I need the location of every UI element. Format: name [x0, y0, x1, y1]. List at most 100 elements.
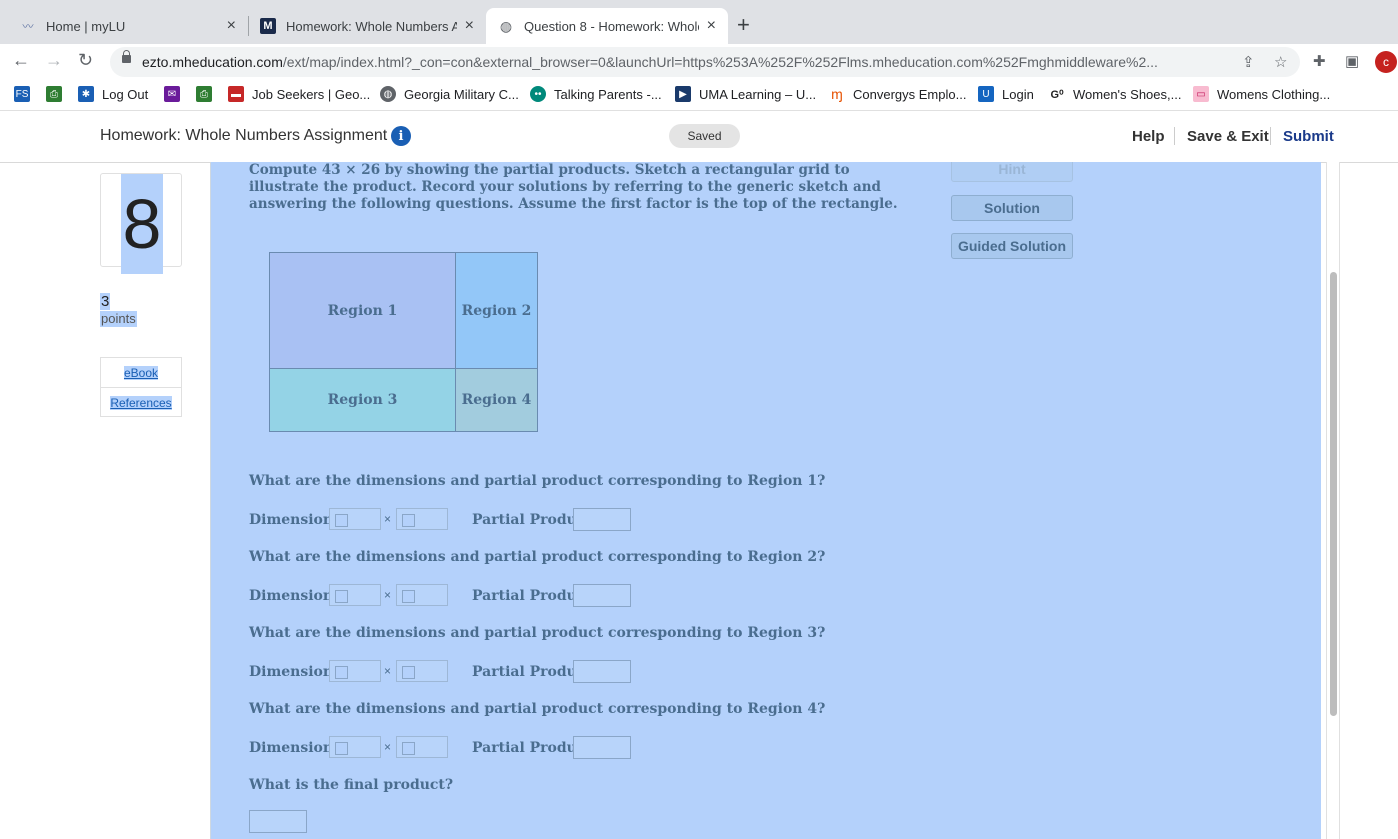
- bookmark-womens-shoes[interactable]: G⁰ Women's Shoes,...: [1049, 86, 1181, 102]
- bookmark-star-icon[interactable]: ☆: [1274, 53, 1287, 71]
- bookmark-talking-parents[interactable]: •• Talking Parents -...: [530, 86, 662, 102]
- assignment-header: Homework: Whole Numbers Assignment i Sav…: [0, 111, 1398, 163]
- bookmark-womens-clothing[interactable]: ▭ Womens Clothing...: [1193, 86, 1330, 102]
- region-4-dimension-1-input[interactable]: [329, 736, 381, 758]
- flag-icon: ▬: [228, 86, 244, 102]
- fs-icon: FS: [14, 86, 30, 102]
- region-1: Region 1: [269, 252, 456, 369]
- checkbox-icon: [335, 666, 348, 679]
- address-bar[interactable]: ezto.mheducation.com/ext/map/index.html?…: [110, 47, 1300, 77]
- browser-tab-strip: 〰 Home | myLU × M Homework: Whole Number…: [0, 0, 1398, 44]
- final-product-question: What is the final product?: [249, 777, 454, 793]
- bookmark-convergys[interactable]: ɱ Convergys Emplo...: [829, 86, 966, 102]
- go-icon: G⁰: [1049, 86, 1065, 102]
- scrollbar-thumb[interactable]: [1330, 272, 1337, 716]
- region-4-partial-product-input[interactable]: [573, 736, 631, 759]
- region-3-question: What are the dimensions and partial prod…: [249, 625, 826, 641]
- region-2-dimension-1-input[interactable]: [329, 584, 381, 606]
- region-1-partial-product-input[interactable]: [573, 508, 631, 531]
- reload-icon[interactable]: ↻: [78, 50, 93, 71]
- checkbox-icon: [402, 590, 415, 603]
- times-symbol: ×: [384, 740, 392, 754]
- uma-icon: ▶: [675, 86, 691, 102]
- close-tab-icon[interactable]: ×: [465, 17, 474, 35]
- help-button[interactable]: Help: [1132, 128, 1165, 145]
- divider: [1270, 127, 1271, 145]
- question-number-box: 8: [100, 173, 182, 274]
- tab-home-mylu[interactable]: 〰 Home | myLU ×: [8, 8, 248, 44]
- ebook-link[interactable]: eBook: [101, 358, 181, 387]
- bookmark-printer[interactable]: ⎙: [46, 86, 70, 102]
- times-symbol: ×: [384, 664, 392, 678]
- close-tab-icon[interactable]: ×: [227, 17, 236, 35]
- bookmark-job-seekers[interactable]: ▬ Job Seekers | Geo...: [228, 86, 370, 102]
- bookmark-printer-2[interactable]: ⎙: [196, 86, 220, 102]
- submit-button[interactable]: Submit: [1283, 128, 1334, 145]
- dimensions-label: Dimensions: [249, 588, 341, 604]
- region-3: Region 3: [269, 368, 456, 432]
- talking-parents-icon: ••: [530, 86, 546, 102]
- tab-homework-assignment[interactable]: M Homework: Whole Numbers Assignment ×: [248, 8, 486, 44]
- region-2: Region 2: [455, 252, 538, 369]
- times-symbol: ×: [384, 588, 392, 602]
- question-number: 8: [121, 174, 163, 274]
- new-tab-button[interactable]: +: [737, 12, 750, 38]
- tab-title: Question 8 - Homework: Whole Numbers Ass…: [524, 18, 699, 34]
- printer-icon: ⎙: [46, 86, 62, 102]
- save-exit-button[interactable]: Save & Exit: [1187, 128, 1269, 145]
- region-4-question: What are the dimensions and partial prod…: [249, 701, 826, 717]
- side-panel-icon[interactable]: ▣: [1345, 52, 1359, 70]
- checkbox-icon: [335, 742, 348, 755]
- forward-arrow-icon[interactable]: →: [45, 50, 63, 71]
- points-label: points: [100, 311, 137, 327]
- close-tab-icon[interactable]: ×: [707, 17, 716, 35]
- extensions-puzzle-icon[interactable]: ✚: [1313, 52, 1326, 70]
- times-symbol: ×: [384, 512, 392, 526]
- guided-solution-button[interactable]: Guided Solution: [951, 233, 1073, 259]
- region-2-dimension-2-input[interactable]: [396, 584, 448, 606]
- dimensions-label: Dimensions: [249, 512, 341, 528]
- solution-button[interactable]: Solution: [951, 195, 1073, 221]
- tab-title: Home | myLU: [46, 18, 126, 34]
- profile-avatar[interactable]: c: [1375, 51, 1397, 73]
- mail-icon: ✉: [164, 86, 180, 102]
- checkbox-icon: [335, 590, 348, 603]
- share-icon[interactable]: ⇪: [1242, 53, 1255, 71]
- tab-title: Homework: Whole Numbers Assignment: [286, 18, 457, 34]
- rectangular-grid-diagram: Region 1 Region 2 Region 3 Region 4: [269, 252, 538, 432]
- bookmark-login[interactable]: U Login: [978, 86, 1034, 102]
- region-2-question: What are the dimensions and partial prod…: [249, 549, 826, 565]
- region-1-dimension-1-input[interactable]: [329, 508, 381, 530]
- question-content: Compute 43 × 26 by showing the partial p…: [210, 162, 1321, 839]
- tab-question-8[interactable]: ◍ Question 8 - Homework: Whole Numbers A…: [486, 8, 728, 44]
- region-3-dimension-2-input[interactable]: [396, 660, 448, 682]
- bookmark-fs[interactable]: FS: [14, 86, 38, 102]
- globe-icon: ◍: [499, 17, 513, 34]
- page-title: Homework: Whole Numbers Assignment: [100, 127, 388, 144]
- scrollbar[interactable]: [1326, 162, 1340, 839]
- mcgraw-hill-icon: M: [260, 18, 276, 34]
- bookmark-georgia-military[interactable]: ◍ Georgia Military C...: [380, 86, 519, 102]
- clothing-icon: ▭: [1193, 86, 1209, 102]
- region-4-dimension-2-input[interactable]: [396, 736, 448, 758]
- back-arrow-icon[interactable]: ←: [12, 50, 30, 71]
- points-value: 3: [100, 293, 111, 310]
- region-1-dimension-2-input[interactable]: [396, 508, 448, 530]
- hint-button[interactable]: Hint: [951, 162, 1073, 182]
- references-link[interactable]: References: [101, 387, 181, 417]
- logout-icon: ✱: [78, 86, 94, 102]
- bookmark-log-out[interactable]: ✱ Log Out: [78, 86, 148, 102]
- bookmark-uma-learning[interactable]: ▶ UMA Learning – U...: [675, 86, 816, 102]
- region-3-partial-product-input[interactable]: [573, 660, 631, 683]
- resource-links: eBook References: [100, 357, 182, 417]
- dimensions-label: Dimensions: [249, 664, 341, 680]
- region-3-dimension-1-input[interactable]: [329, 660, 381, 682]
- info-icon[interactable]: i: [391, 126, 411, 146]
- region-2-partial-product-input[interactable]: [573, 584, 631, 607]
- checkbox-icon: [402, 514, 415, 527]
- divider: [1174, 127, 1175, 145]
- final-product-input[interactable]: [249, 810, 307, 833]
- browser-toolbar: ← → ↻ ezto.mheducation.com/ext/map/index…: [0, 44, 1398, 80]
- bookmark-mail[interactable]: ✉: [164, 86, 188, 102]
- dimensions-label: Dimensions: [249, 740, 341, 756]
